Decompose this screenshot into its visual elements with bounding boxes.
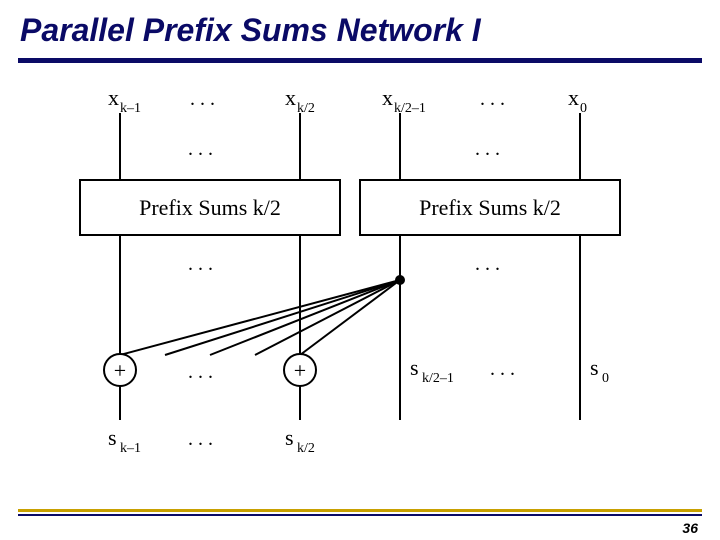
fanout-line bbox=[300, 280, 400, 355]
input-dots-left: . . . bbox=[190, 88, 215, 110]
fanout-line bbox=[210, 280, 400, 355]
svg-text:s: s bbox=[590, 355, 599, 380]
input-label-x-k-1: x k–1 bbox=[108, 85, 141, 116]
output-dots-left: . . . bbox=[188, 428, 213, 450]
fanout-line bbox=[120, 280, 400, 355]
input-dots-right: . . . bbox=[480, 88, 505, 110]
svg-text:s: s bbox=[285, 425, 294, 450]
mid-dots-right: . . . bbox=[475, 253, 500, 275]
svg-text:s: s bbox=[108, 425, 117, 450]
fanout-line bbox=[165, 280, 400, 355]
svg-text:x: x bbox=[108, 85, 119, 110]
footer-rule-navy bbox=[18, 514, 702, 516]
output-label-s-k-1: s k–1 bbox=[108, 425, 141, 456]
svg-text:x: x bbox=[568, 85, 579, 110]
adder-dots: . . . bbox=[188, 361, 213, 383]
svg-text:k/2–1: k/2–1 bbox=[394, 101, 426, 116]
fanout-line bbox=[255, 280, 400, 355]
page-number: 36 bbox=[682, 520, 698, 536]
right-prefix-block-label: Prefix Sums k/2 bbox=[419, 195, 561, 220]
upper-dots-left: . . . bbox=[188, 138, 213, 160]
footer-rule-gold bbox=[18, 509, 702, 512]
svg-text:k/2: k/2 bbox=[297, 441, 315, 456]
svg-text:k–1: k–1 bbox=[120, 101, 141, 116]
output-label-s-0: s 0 bbox=[590, 355, 609, 386]
svg-text:k/2–1: k/2–1 bbox=[422, 371, 454, 386]
svg-text:x: x bbox=[285, 85, 296, 110]
slide-title: Parallel Prefix Sums Network I bbox=[20, 12, 481, 49]
output-dots-right: . . . bbox=[490, 358, 515, 380]
svg-text:0: 0 bbox=[602, 371, 609, 386]
svg-text:+: + bbox=[294, 358, 306, 383]
mid-dots-left: . . . bbox=[188, 253, 213, 275]
svg-text:s: s bbox=[410, 355, 419, 380]
svg-text:x: x bbox=[382, 85, 393, 110]
svg-text:0: 0 bbox=[580, 101, 587, 116]
title-underline bbox=[18, 58, 702, 63]
adder-left-2: + bbox=[284, 354, 316, 386]
upper-dots-right: . . . bbox=[475, 138, 500, 160]
input-label-x-k2-1: x k/2–1 bbox=[382, 85, 426, 116]
input-label-x-k2: x k/2 bbox=[285, 85, 315, 116]
svg-text:+: + bbox=[114, 358, 126, 383]
svg-text:k–1: k–1 bbox=[120, 441, 141, 456]
adder-left-1: + bbox=[104, 354, 136, 386]
output-label-s-k2: s k/2 bbox=[285, 425, 315, 456]
output-label-s-k2-1: s k/2–1 bbox=[410, 355, 454, 386]
prefix-sums-diagram: x k–1 . . . x k/2 x k/2–1 . . . x 0 bbox=[60, 80, 660, 480]
input-label-x-0: x 0 bbox=[568, 85, 587, 116]
left-prefix-block-label: Prefix Sums k/2 bbox=[139, 195, 281, 220]
